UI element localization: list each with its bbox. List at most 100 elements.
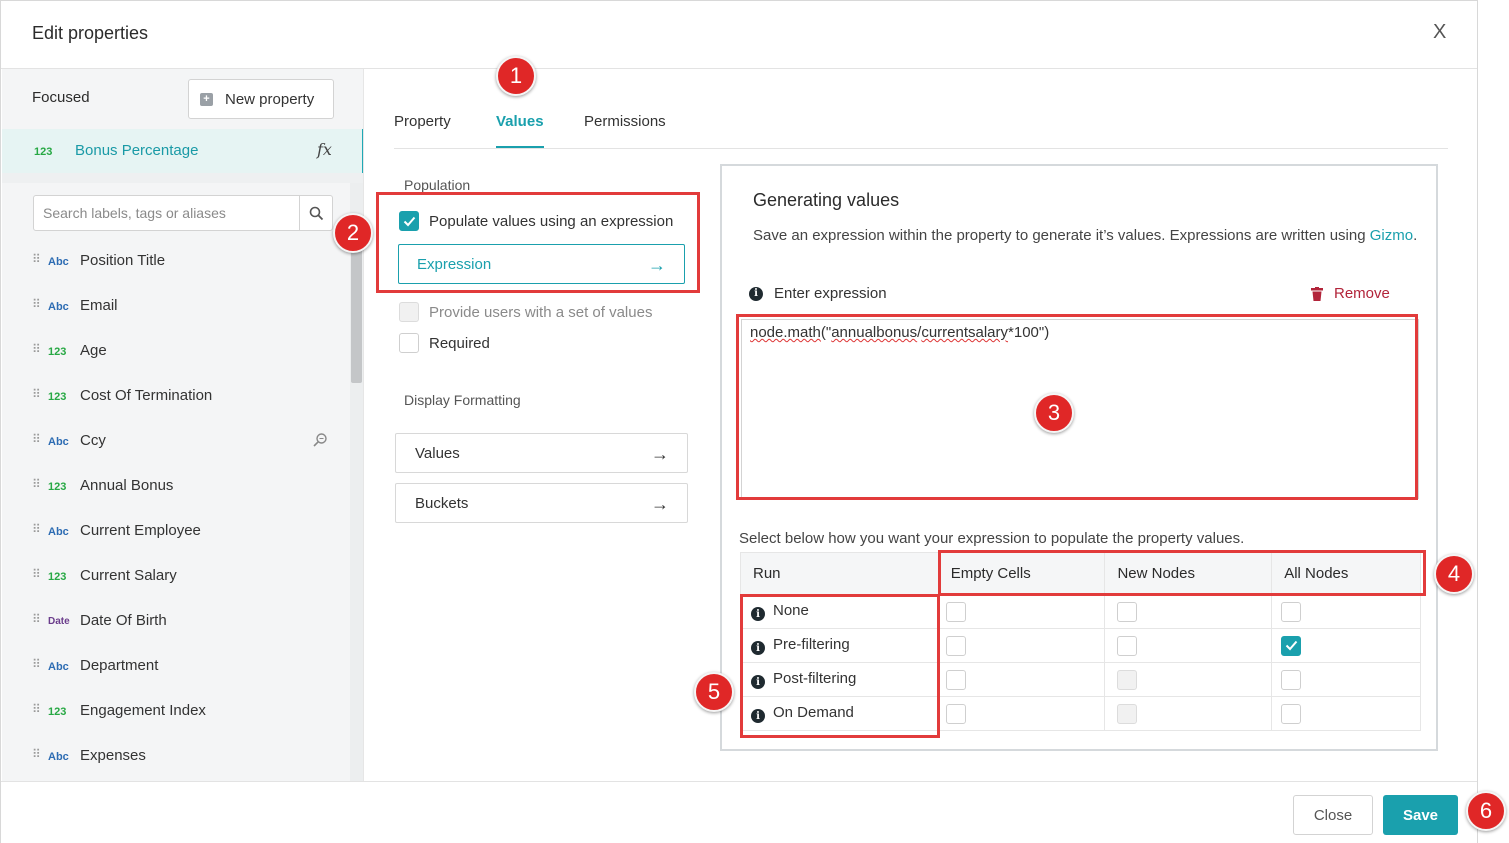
provide-set-checkbox[interactable]: Provide users with a set of values [399,302,652,322]
cell-new-nodes [1104,594,1273,629]
values-button[interactable]: Values → [395,433,688,473]
description-text: Save an expression within the property t… [753,227,1366,244]
tab-values[interactable]: Values [496,113,544,130]
close-button[interactable]: Close [1293,795,1373,835]
population-heading: Population [404,177,471,193]
property-name: Age [80,342,107,359]
checkbox-unchecked[interactable] [1117,601,1138,622]
search-box [33,195,333,231]
row-label-text: None [773,601,809,619]
close-icon[interactable]: X [1433,21,1446,44]
row-label-post-filtering: i Post-filtering [740,662,939,697]
drag-handle-icon[interactable]: ⠿ [32,432,41,446]
row-label-pre-filtering: i Pre-filtering [740,628,939,663]
lookup-icon[interactable] [312,432,328,453]
new-property-button[interactable]: + New property [188,79,334,119]
arrow-right-icon: → [651,444,669,464]
checkbox-checked[interactable] [1281,635,1302,656]
drag-handle-icon[interactable]: ⠿ [32,747,41,761]
property-item-position-title[interactable]: ⠿ Abc Position Title [2,239,350,284]
focused-property-item[interactable]: 123 Bonus Percentage fx [2,129,363,173]
checkbox-unchecked[interactable] [945,703,966,724]
checkbox-unchecked[interactable] [1281,601,1302,622]
property-name: Engagement Index [80,702,206,719]
focused-label: Focused [32,89,90,106]
drag-handle-icon[interactable]: ⠿ [32,252,41,266]
cell-new-nodes [1104,628,1273,663]
cell-empty-cells [937,662,1106,697]
drag-handle-icon[interactable]: ⠿ [32,567,41,581]
property-item-current-employee[interactable]: ⠿ Abc Current Employee [2,509,350,554]
property-item-date-of-birth[interactable]: ⠿ Date Date Of Birth [2,599,350,644]
drag-handle-icon[interactable]: ⠿ [32,702,41,716]
generating-values-title: Generating values [753,190,900,210]
column-header-all-nodes: All Nodes [1271,552,1421,595]
checkbox-unchecked[interactable] [945,635,966,656]
info-icon[interactable]: i [751,641,765,656]
check-icon [403,216,415,226]
populate-expression-checkbox[interactable]: Populate values using an expression [399,211,673,231]
checkbox-unchecked[interactable] [1281,703,1302,724]
property-item-annual-bonus[interactable]: ⠿ 123 Annual Bonus [2,464,350,509]
expression-editor[interactable] [741,319,1419,499]
info-icon[interactable]: i [751,607,765,622]
property-item-expenses[interactable]: ⠿ Abc Expenses [2,734,350,779]
checkbox-unchecked[interactable] [1117,635,1138,656]
cell-all-nodes [1271,662,1421,697]
info-icon[interactable]: i [749,286,763,301]
text-type-icon: Abc [48,436,69,448]
text-type-icon: Abc [48,661,69,673]
trash-icon [1311,286,1323,301]
gizmo-link[interactable]: Gizmo [1370,227,1413,244]
table-row: i Pre-filtering [740,628,1421,663]
function-icon: fx [317,140,332,159]
info-icon[interactable]: i [751,709,765,724]
drag-handle-icon[interactable]: ⠿ [32,477,41,491]
property-item-email[interactable]: ⠿ Abc Email [2,284,350,329]
property-name: Ccy [80,432,106,449]
drag-handle-icon[interactable]: ⠿ [32,612,41,626]
checkbox-unchecked[interactable] [945,601,966,622]
checkbox-unchecked[interactable] [1281,669,1302,690]
property-name: Cost Of Termination [80,387,213,404]
checkbox-unchecked[interactable] [945,669,966,690]
remove-button[interactable]: Remove [1311,285,1390,302]
cell-all-nodes [1271,594,1421,629]
cell-empty-cells [937,696,1106,731]
drag-handle-icon[interactable]: ⠿ [32,657,41,671]
property-item-current-salary[interactable]: ⠿ 123 Current Salary [2,554,350,599]
select-description: Select below how you want your expressio… [739,530,1245,547]
required-checkbox[interactable]: Required [399,333,490,353]
tab-bar: Property Values Permissions [394,113,1448,149]
sidebar-scrollbar-thumb[interactable] [351,245,362,383]
expression-button[interactable]: Expression → [398,244,685,284]
drag-handle-icon[interactable]: ⠿ [32,297,41,311]
drag-handle-icon[interactable]: ⠿ [32,342,41,356]
number-type-icon: 123 [48,481,67,493]
save-button[interactable]: Save [1383,795,1458,835]
display-formatting-heading: Display Formatting [404,392,521,408]
search-button[interactable] [299,196,333,230]
info-icon[interactable]: i [751,675,765,690]
search-input[interactable] [34,196,298,230]
arrow-right-icon: → [648,255,666,275]
drag-handle-icon[interactable]: ⠿ [32,387,41,401]
property-item-age[interactable]: ⠿ 123 Age [2,329,350,374]
number-type-icon: 123 [48,706,67,718]
tab-property[interactable]: Property [394,113,451,130]
property-item-engagement-index[interactable]: ⠿ 123 Engagement Index [2,689,350,734]
table-row: i None [740,594,1421,629]
new-property-label: New property [225,90,315,108]
date-type-icon: Date [48,616,70,627]
buckets-button[interactable]: Buckets → [395,483,688,523]
search-icon [309,206,324,220]
values-button-label: Values [415,444,460,462]
table-header-row: Run Empty Cells New Nodes All Nodes [740,552,1421,595]
drag-handle-icon[interactable]: ⠿ [32,522,41,536]
property-item-department[interactable]: ⠿ Abc Department [2,644,350,689]
tab-permissions[interactable]: Permissions [584,113,666,130]
provide-set-label: Provide users with a set of values [429,303,653,321]
property-item-ccy[interactable]: ⠿ Abc Ccy [2,419,350,464]
property-item-cost-of-termination[interactable]: ⠿ 123 Cost Of Termination [2,374,350,419]
enter-expression-heading: i Enter expression [749,285,887,302]
